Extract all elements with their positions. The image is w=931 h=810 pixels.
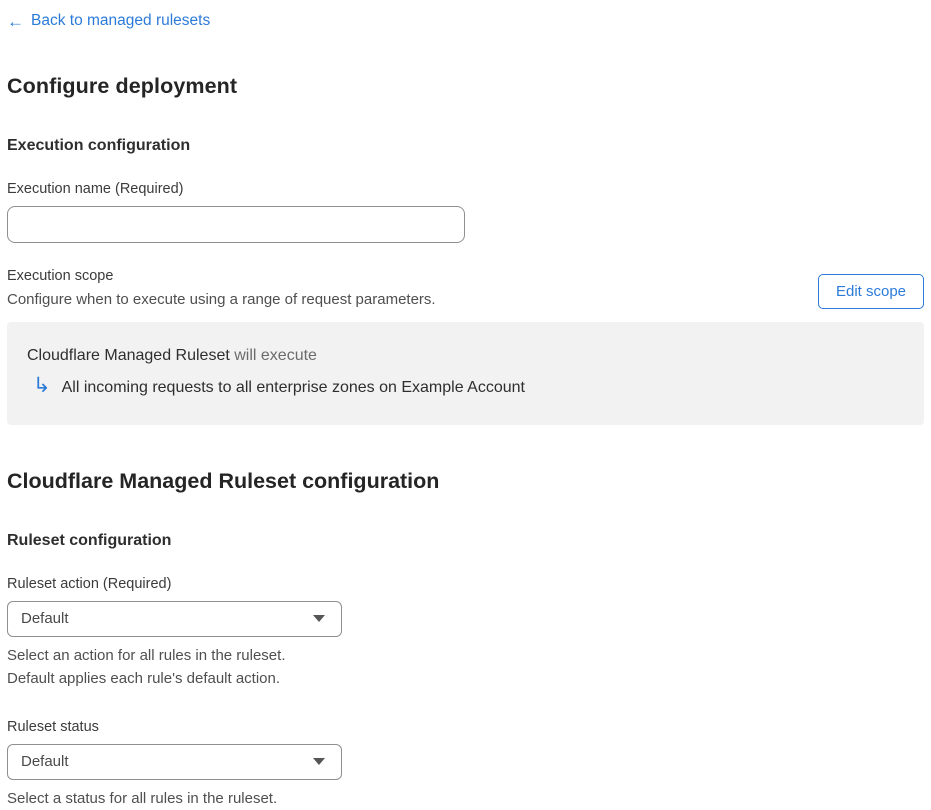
execution-scope-description: Configure when to execute using a range …	[7, 290, 436, 308]
ruleset-status-label: Ruleset status	[7, 718, 99, 735]
ruleset-action-selected-value: Default	[21, 610, 69, 627]
arrow-left-icon: ←	[7, 11, 24, 31]
ruleset-status-select[interactable]: Default	[7, 743, 342, 780]
page-title: Configure deployment	[7, 73, 238, 98]
execution-name-input[interactable]	[7, 205, 465, 243]
ruleset-action-select[interactable]: Default	[7, 600, 342, 637]
back-link-label: Back to managed rulesets	[31, 12, 211, 29]
execution-scope-label: Execution scope	[7, 267, 114, 284]
corner-down-right-arrow-icon: ↳	[33, 373, 51, 397]
execution-configuration-heading: Execution configuration	[7, 136, 191, 154]
execution-name-label: Execution name (Required)	[7, 180, 184, 197]
ruleset-status-help-line1: Select a status for all rules in the rul…	[7, 789, 278, 807]
scope-summary-will-execute: will execute	[229, 346, 317, 364]
ruleset-status-selected-value: Default	[21, 753, 69, 770]
configure-deployment-page: ← Back to managed rulesets Configure dep…	[0, 0, 931, 807]
scope-summary-ruleset-name: Cloudflare Managed Ruleset	[27, 346, 230, 364]
edit-scope-button[interactable]: Edit scope	[818, 273, 924, 309]
ruleset-action-help-line1: Select an action for all rules in the ru…	[7, 646, 286, 664]
scope-summary-text: All incoming requests to all enterprise …	[61, 379, 525, 396]
back-to-managed-rulesets-link[interactable]: ← Back to managed rulesets	[7, 12, 210, 30]
scope-summary-box: Cloudflare Managed Ruleset will execute …	[7, 321, 924, 425]
ruleset-configuration-subheading: Ruleset configuration	[7, 531, 172, 549]
execution-scope-row: Execution scope Configure when to execut…	[7, 268, 924, 309]
ruleset-action-label: Ruleset action (Required)	[7, 575, 172, 592]
ruleset-action-help-line2: Default applies each rule's default acti…	[7, 669, 281, 687]
chevron-down-icon	[313, 758, 325, 765]
ruleset-configuration-title: Cloudflare Managed Ruleset configuration	[7, 468, 440, 493]
scope-summary-line1: Cloudflare Managed Ruleset will execute	[27, 347, 904, 365]
execution-scope-text-block: Execution scope Configure when to execut…	[7, 268, 436, 308]
chevron-down-icon	[313, 615, 325, 622]
scope-summary-line2: ↳ All incoming requests to all enterpris…	[27, 373, 904, 399]
